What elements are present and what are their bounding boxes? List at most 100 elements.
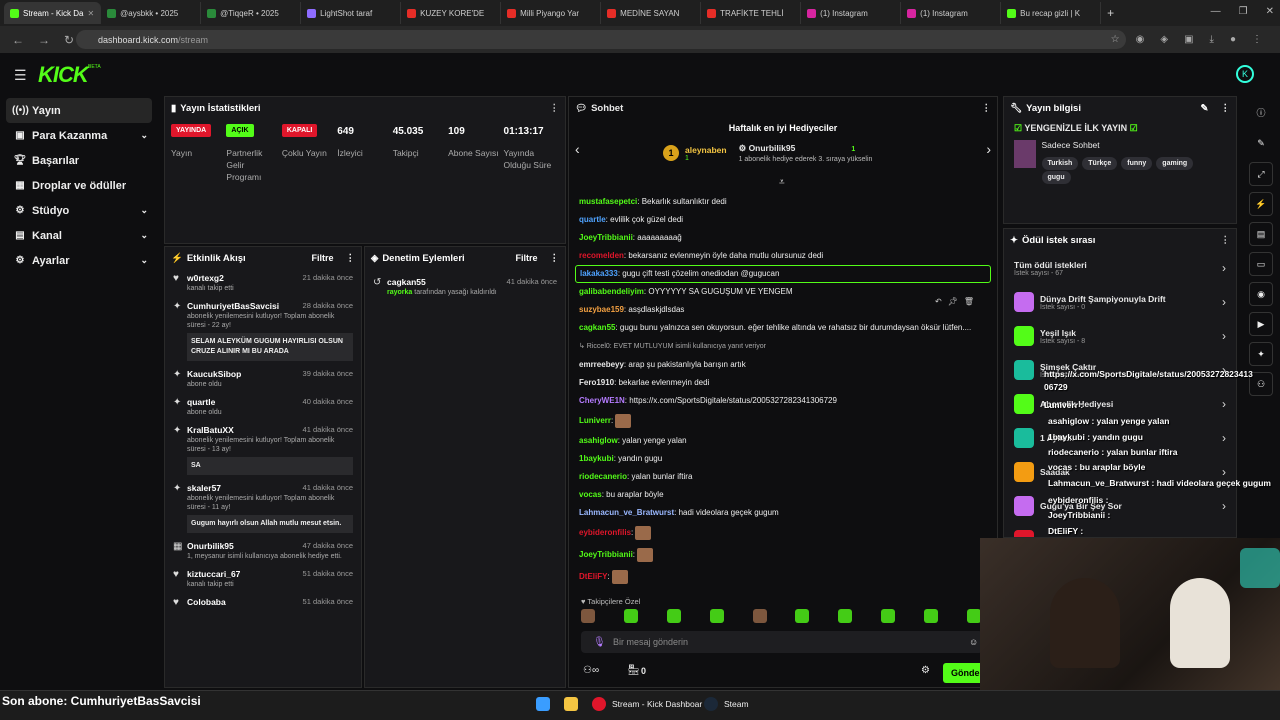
back-icon[interactable]: ← — [12, 33, 26, 47]
chat-username[interactable]: quartle — [579, 215, 606, 224]
more-icon[interactable]: ⋮ — [550, 103, 560, 114]
tab-1[interactable]: @aysbkk • 2025 — [101, 2, 202, 24]
tag[interactable]: gaming — [1156, 157, 1194, 170]
star-icon[interactable]: ☆ — [1111, 34, 1120, 45]
new-tab-button[interactable]: + — [1101, 2, 1120, 24]
chat-message[interactable]: JoeyTribbianii: aaaaaaaaağ — [579, 229, 991, 247]
emoji-icon[interactable]: ☺ — [969, 637, 978, 647]
minimize-icon[interactable]: — — [1211, 6, 1221, 17]
tab-3[interactable]: LightShot taraf — [301, 2, 402, 24]
tab-5[interactable]: Milli Piyango Yar — [501, 2, 602, 24]
edit-icon[interactable]: ✎ — [1201, 103, 1209, 114]
sidebar-item-ayarlar[interactable]: ⚙ Ayarlar ⌄ — [0, 248, 160, 273]
sidebar-item-para-kazanma[interactable]: ▣ Para Kazanma ⌄ — [0, 123, 160, 148]
tab-4[interactable]: KUZEY KORE'DE — [401, 2, 502, 24]
sidebar-item-basarilar[interactable]: 🏆︎ Başarılar — [0, 148, 160, 173]
emote[interactable] — [924, 609, 938, 623]
chat-message[interactable]: eybideronfilis: — [579, 522, 991, 544]
chevron-left-icon[interactable]: ‹ — [575, 141, 580, 157]
chat-username[interactable]: lakaka333 — [580, 269, 618, 278]
chat-message[interactable]: JoeyTribbianii: — [579, 544, 991, 566]
emote[interactable] — [752, 609, 767, 623]
chevron-right-icon[interactable]: › — [986, 141, 991, 157]
reply-icon[interactable]: ↶ — [935, 297, 942, 306]
chat-message[interactable]: Lahmacun_ve_Bratwurst: hadi videolara ge… — [579, 504, 991, 522]
explorer-button[interactable] — [564, 697, 584, 711]
gifter-name[interactable]: aleynaben — [685, 145, 727, 155]
chat-username[interactable]: JoeyTribbianii — [579, 233, 633, 242]
chat-message[interactable]: ↳ Riccel0: EVET MUTLUYUM isimli kullanıc… — [579, 337, 991, 356]
url-field[interactable]: dashboard.kick.com/stream — [76, 30, 1126, 49]
taskbar-app-chrome[interactable]: Stream - Kick Dashboar — [592, 697, 702, 711]
tag[interactable]: Türkçe — [1082, 157, 1118, 170]
sidebar-item-studyo[interactable]: ⚙ Stüdyo ⌄ — [0, 198, 160, 223]
extension-icon[interactable]: ◉ — [1136, 34, 1145, 45]
chat-message[interactable]: CheryWE1N: https://x.com/SportsDigitale/… — [579, 392, 991, 410]
chat-message[interactable]: mustafasepetci: Bekarlık sultanlıktır de… — [579, 193, 991, 211]
hamburger-icon[interactable]: ☰ — [14, 67, 27, 84]
more-icon[interactable]: ⋮ — [982, 103, 992, 114]
settings-icon[interactable]: ⚙ — [921, 665, 930, 676]
collapse-icon[interactable]: ⩡ — [779, 177, 785, 188]
chat-username[interactable]: vocas — [579, 490, 602, 499]
delete-icon[interactable]: 🗑︎ — [964, 297, 974, 306]
chat-username[interactable]: riodecanerio — [579, 472, 627, 481]
broadcast-icon[interactable]: ◉ — [1249, 282, 1273, 306]
users-icon[interactable]: ⚇∞ — [583, 665, 599, 676]
taskbar-app-steam[interactable]: Steam — [704, 697, 749, 711]
chat-message[interactable]: DtEliFY: — [579, 566, 991, 588]
chat-input[interactable]: Bir mesaj gönderin — [581, 631, 983, 653]
menu-icon[interactable]: ⋮ — [1252, 34, 1262, 45]
chat-username[interactable]: Fero1910 — [579, 378, 614, 387]
chat-message[interactable]: riodecanerio: yalan bunlar iftira — [579, 468, 991, 486]
emote[interactable] — [795, 609, 810, 623]
chat-message[interactable]: 1baykubi: yandın gugu — [579, 450, 991, 468]
filter-button[interactable]: Filtre — [311, 253, 333, 263]
chat-message[interactable]: emrreebeyy: arap şu pakistanlıyla barışı… — [579, 356, 991, 374]
chat-message[interactable]: vocas: bu araplar böyle — [579, 486, 991, 504]
chat-username[interactable]: eybideronfilis — [579, 528, 631, 537]
more-icon[interactable]: ⋮ — [1221, 103, 1231, 114]
chat-icon[interactable]: ▭ — [1249, 252, 1273, 276]
emote[interactable] — [881, 609, 896, 623]
chat-message[interactable]: cagkan55: gugu bunu yalnızca sen okuyors… — [579, 319, 991, 337]
tab-0[interactable]: Stream - Kick Da ✕ — [4, 2, 102, 24]
reward-item[interactable]: Dünya Drift Şampiyonuyla Drift İstek sayı… — [1004, 285, 1236, 319]
tab-8[interactable]: (1) Instagram — [801, 2, 902, 24]
chat-username[interactable]: cagkan55 — [579, 323, 615, 332]
edit-icon[interactable]: ✎ — [1249, 132, 1273, 156]
emote[interactable] — [838, 609, 853, 623]
chat-username[interactable]: 1baykubi — [579, 454, 614, 463]
emote[interactable] — [966, 609, 981, 623]
chat-username[interactable]: galibabendeliyim — [579, 287, 644, 296]
start-button[interactable] — [536, 697, 556, 711]
category-name[interactable]: Sadece Sohbet — [1042, 140, 1227, 150]
chat-username[interactable]: DtEliFY — [579, 572, 607, 581]
more-icon[interactable]: ⋮ — [346, 253, 356, 264]
chat-message[interactable]: quartle: evlilik çok güzel dedi — [579, 211, 991, 229]
gifter-name[interactable]: Onurbilik95 — [749, 143, 796, 153]
reward-item[interactable]: Gugu'ya Bir Şey Sor › — [1004, 489, 1236, 523]
video-icon[interactable]: ▶ — [1249, 312, 1273, 336]
filter-button[interactable]: Filtre — [515, 253, 537, 263]
sidebar-item-kanal[interactable]: ▤ Kanal ⌄ — [0, 223, 160, 248]
tab-7[interactable]: TRAFİKTE TEHLİ — [701, 2, 802, 24]
chat-message[interactable]: galibabendeliyim: OYYYYYY SA GUGUŞUM VE … — [579, 283, 991, 301]
chat-username[interactable]: mustafasepetci — [579, 197, 637, 206]
chat-message[interactable]: Luniverr: — [579, 410, 991, 432]
expand-icon[interactable]: ⤢ — [1249, 162, 1273, 186]
more-icon[interactable]: ⋮ — [550, 253, 560, 264]
maximize-icon[interactable]: ❐ — [1239, 6, 1248, 17]
emote[interactable] — [623, 609, 638, 623]
tab-2[interactable]: @TiqqeR • 2025 — [201, 2, 302, 24]
emote[interactable] — [581, 609, 595, 623]
tab-10[interactable]: Bu recap gizli | K — [1001, 2, 1102, 24]
extension-icon[interactable]: ▣ — [1184, 34, 1193, 45]
reward-item[interactable]: Tüm ödül istekleri İstek sayısı - 67 › — [1004, 251, 1236, 285]
sidebar-item-yayin[interactable]: ((•)) Yayın — [6, 98, 152, 123]
profile-avatar-icon[interactable]: K — [1236, 65, 1254, 83]
chat-username[interactable]: JoeyTribbianii — [579, 550, 633, 559]
kick-logo[interactable]: KICK — [38, 62, 89, 88]
chat-message[interactable]: Fero1910: bekarlae evlenmeyin dedi — [579, 374, 991, 392]
moderation-actor[interactable]: rayorka — [387, 289, 412, 296]
